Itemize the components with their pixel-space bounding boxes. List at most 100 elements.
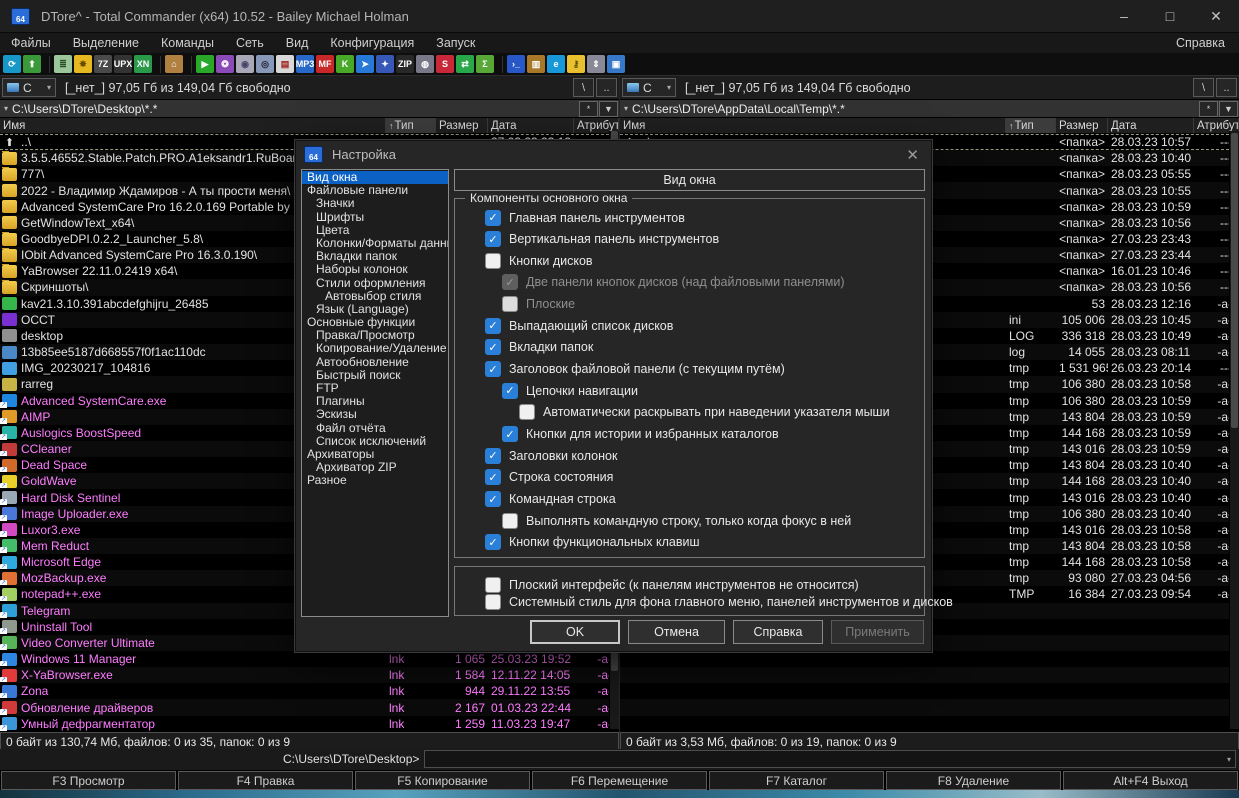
f7-mkdir-button[interactable]: F7 Каталог <box>709 771 884 790</box>
chevron-down-icon[interactable]: ▾ <box>1227 755 1235 764</box>
settings-tree-item[interactable]: Плагины <box>302 395 448 408</box>
checkbox[interactable]: ✓ <box>502 426 518 442</box>
checkbox[interactable] <box>519 404 535 420</box>
help-button[interactable]: Справка <box>733 620 823 644</box>
menu-item-Выделение[interactable]: Выделение <box>62 36 150 50</box>
fan-icon[interactable]: ✦ <box>376 55 394 73</box>
key-search-icon[interactable]: ⚷ <box>567 55 585 73</box>
scrollbar-thumb[interactable] <box>1231 133 1238 428</box>
file-row[interactable]: ↗Умный дефрагментаторlnk1 25911.03.23 19… <box>0 716 619 732</box>
checkbox[interactable]: ✓ <box>485 361 501 377</box>
left-root-button[interactable]: \ <box>573 78 594 97</box>
checkbox[interactable] <box>502 296 518 312</box>
cancel-button[interactable]: Отмена <box>628 620 725 644</box>
sync-icon[interactable]: ⇄ <box>456 55 474 73</box>
xnview-icon[interactable]: XN <box>134 55 152 73</box>
file-row[interactable] <box>620 683 1239 699</box>
checkbox[interactable]: ✓ <box>502 383 518 399</box>
sfx-7z-icon[interactable]: 7Z <box>94 55 112 73</box>
settings-tree-item[interactable]: Вид окна <box>302 171 448 184</box>
s-red-icon[interactable]: S <box>436 55 454 73</box>
folder-up-icon[interactable]: ⬆ <box>23 55 41 73</box>
altf4-exit-button[interactable]: Alt+F4 Выход <box>1063 771 1238 790</box>
right-history-button[interactable]: ▼ <box>1219 101 1238 117</box>
settings-tree-item[interactable]: Правка/Просмотр <box>302 329 448 342</box>
checkbox[interactable]: ✓ <box>485 231 501 247</box>
settings-tree-item[interactable]: Язык (Language) <box>302 303 448 316</box>
monitor-icon[interactable]: ▣ <box>607 55 625 73</box>
mf-icon[interactable]: MF <box>316 55 334 73</box>
menu-item-Запуск[interactable]: Запуск <box>425 36 486 50</box>
column-header-Дата[interactable]: Дата <box>1108 118 1194 133</box>
checkbox[interactable] <box>485 253 501 269</box>
f5-copy-button[interactable]: F5 Копирование <box>355 771 530 790</box>
left-drive-selector[interactable]: C ▾ <box>2 78 56 97</box>
settings-sun-icon[interactable]: ✸ <box>74 55 92 73</box>
right-favorites-button[interactable]: * <box>1199 101 1218 117</box>
powershell-icon[interactable]: ›_ <box>507 55 525 73</box>
checkbox[interactable] <box>485 594 501 610</box>
dvd-icon[interactable]: ◎ <box>256 55 274 73</box>
right-scrollbar[interactable] <box>1229 131 1239 729</box>
settings-tree-item[interactable]: Цвета <box>302 224 448 237</box>
settings-tree-item[interactable]: Наборы колонок <box>302 263 448 276</box>
settings-tree-item[interactable]: Автообновление <box>302 356 448 369</box>
file-row[interactable] <box>620 667 1239 683</box>
settings-tree-item[interactable]: Архиватор ZIP <box>302 461 448 474</box>
file-row[interactable]: ↗Обновление драйверовlnk2 16701.03.23 22… <box>0 699 619 715</box>
column-header-Размер[interactable]: Размер <box>1056 118 1108 133</box>
f6-move-button[interactable]: F6 Перемещение <box>532 771 707 790</box>
k-lite-icon[interactable]: K <box>336 55 354 73</box>
menu-item-Сеть[interactable]: Сеть <box>225 36 275 50</box>
settings-tree-item[interactable]: Шрифты <box>302 211 448 224</box>
right-up-button[interactable]: .. <box>1216 78 1237 97</box>
column-header-Дата[interactable]: Дата <box>488 118 574 133</box>
command-input[interactable]: ▾ <box>424 750 1236 768</box>
checkbox[interactable]: ✓ <box>485 210 501 226</box>
dialog-close-icon[interactable]: ✕ <box>906 146 919 164</box>
cd-icon[interactable]: ◉ <box>236 55 254 73</box>
mp3-tag-icon[interactable]: MP3 <box>296 55 314 73</box>
settings-tree-item[interactable]: Автовыбор стиля <box>302 290 448 303</box>
settings-tree-item[interactable]: Эскизы <box>302 408 448 421</box>
right-path-bar[interactable]: ▾ C:\Users\DTore\AppData\Local\Temp\*.* … <box>620 100 1239 118</box>
column-header-Тип[interactable]: ↑Тип <box>386 118 436 133</box>
minimize-button[interactable]: – <box>1101 0 1147 32</box>
checkbox[interactable]: ✓ <box>485 534 501 550</box>
discs-icon[interactable]: ◍ <box>416 55 434 73</box>
left-path-bar[interactable]: ▾ C:\Users\DTore\Desktop\*.* * ▼ <box>0 100 619 118</box>
left-history-button[interactable]: ▼ <box>599 101 618 117</box>
checkbox[interactable] <box>502 513 518 529</box>
file-row[interactable]: ↗Zonalnk94429.11.22 13:55-a-- <box>0 683 619 699</box>
dialog-titlebar[interactable]: 64 Настройка ✕ <box>296 141 931 168</box>
filmstrip-icon[interactable]: ▤ <box>276 55 294 73</box>
left-favorites-button[interactable]: * <box>579 101 598 117</box>
sigma-icon[interactable]: Σ <box>476 55 494 73</box>
checkbox[interactable]: ✓ <box>485 339 501 355</box>
column-header-Тип[interactable]: ↑Тип <box>1006 118 1056 133</box>
column-header-Имя[interactable]: Имя <box>620 118 1006 133</box>
settings-tree-item[interactable]: Файл отчёта <box>302 422 448 435</box>
menu-item-Файлы[interactable]: Файлы <box>0 36 62 50</box>
ok-button[interactable]: OK <box>530 620 620 644</box>
file-row[interactable]: ↗X-YaBrowser.exelnk1 58412.11.22 14:05-a… <box>0 667 619 683</box>
left-up-button[interactable]: .. <box>596 78 617 97</box>
f4-edit-button[interactable]: F4 Правка <box>178 771 353 790</box>
usb-icon[interactable]: ⇕ <box>587 55 605 73</box>
file-row[interactable]: ↗Windows 11 Managerlnk1 06525.03.23 19:5… <box>0 651 619 667</box>
checkbox[interactable]: ✓ <box>485 448 501 464</box>
zip-tv-icon[interactable]: ZIP <box>396 55 414 73</box>
settings-tree-item[interactable]: Вкладки папок <box>302 250 448 263</box>
blue-arrow-icon[interactable]: ➤ <box>356 55 374 73</box>
settings-tree-item[interactable]: Копирование/Удаление <box>302 342 448 355</box>
settings-tree-item[interactable]: Основные функции <box>302 316 448 329</box>
refresh-icon[interactable]: ⟳ <box>3 55 21 73</box>
f8-delete-button[interactable]: F8 Удаление <box>886 771 1061 790</box>
settings-tree-item[interactable]: FTP <box>302 382 448 395</box>
file-row[interactable] <box>620 651 1239 667</box>
apply-button[interactable]: Применить <box>831 620 924 644</box>
settings-tree-item[interactable]: Значки <box>302 197 448 210</box>
exit-door-icon[interactable]: ⌂ <box>165 55 183 73</box>
settings-tree-item[interactable]: Колонки/Форматы данных <box>302 237 448 250</box>
right-root-button[interactable]: \ <box>1193 78 1214 97</box>
